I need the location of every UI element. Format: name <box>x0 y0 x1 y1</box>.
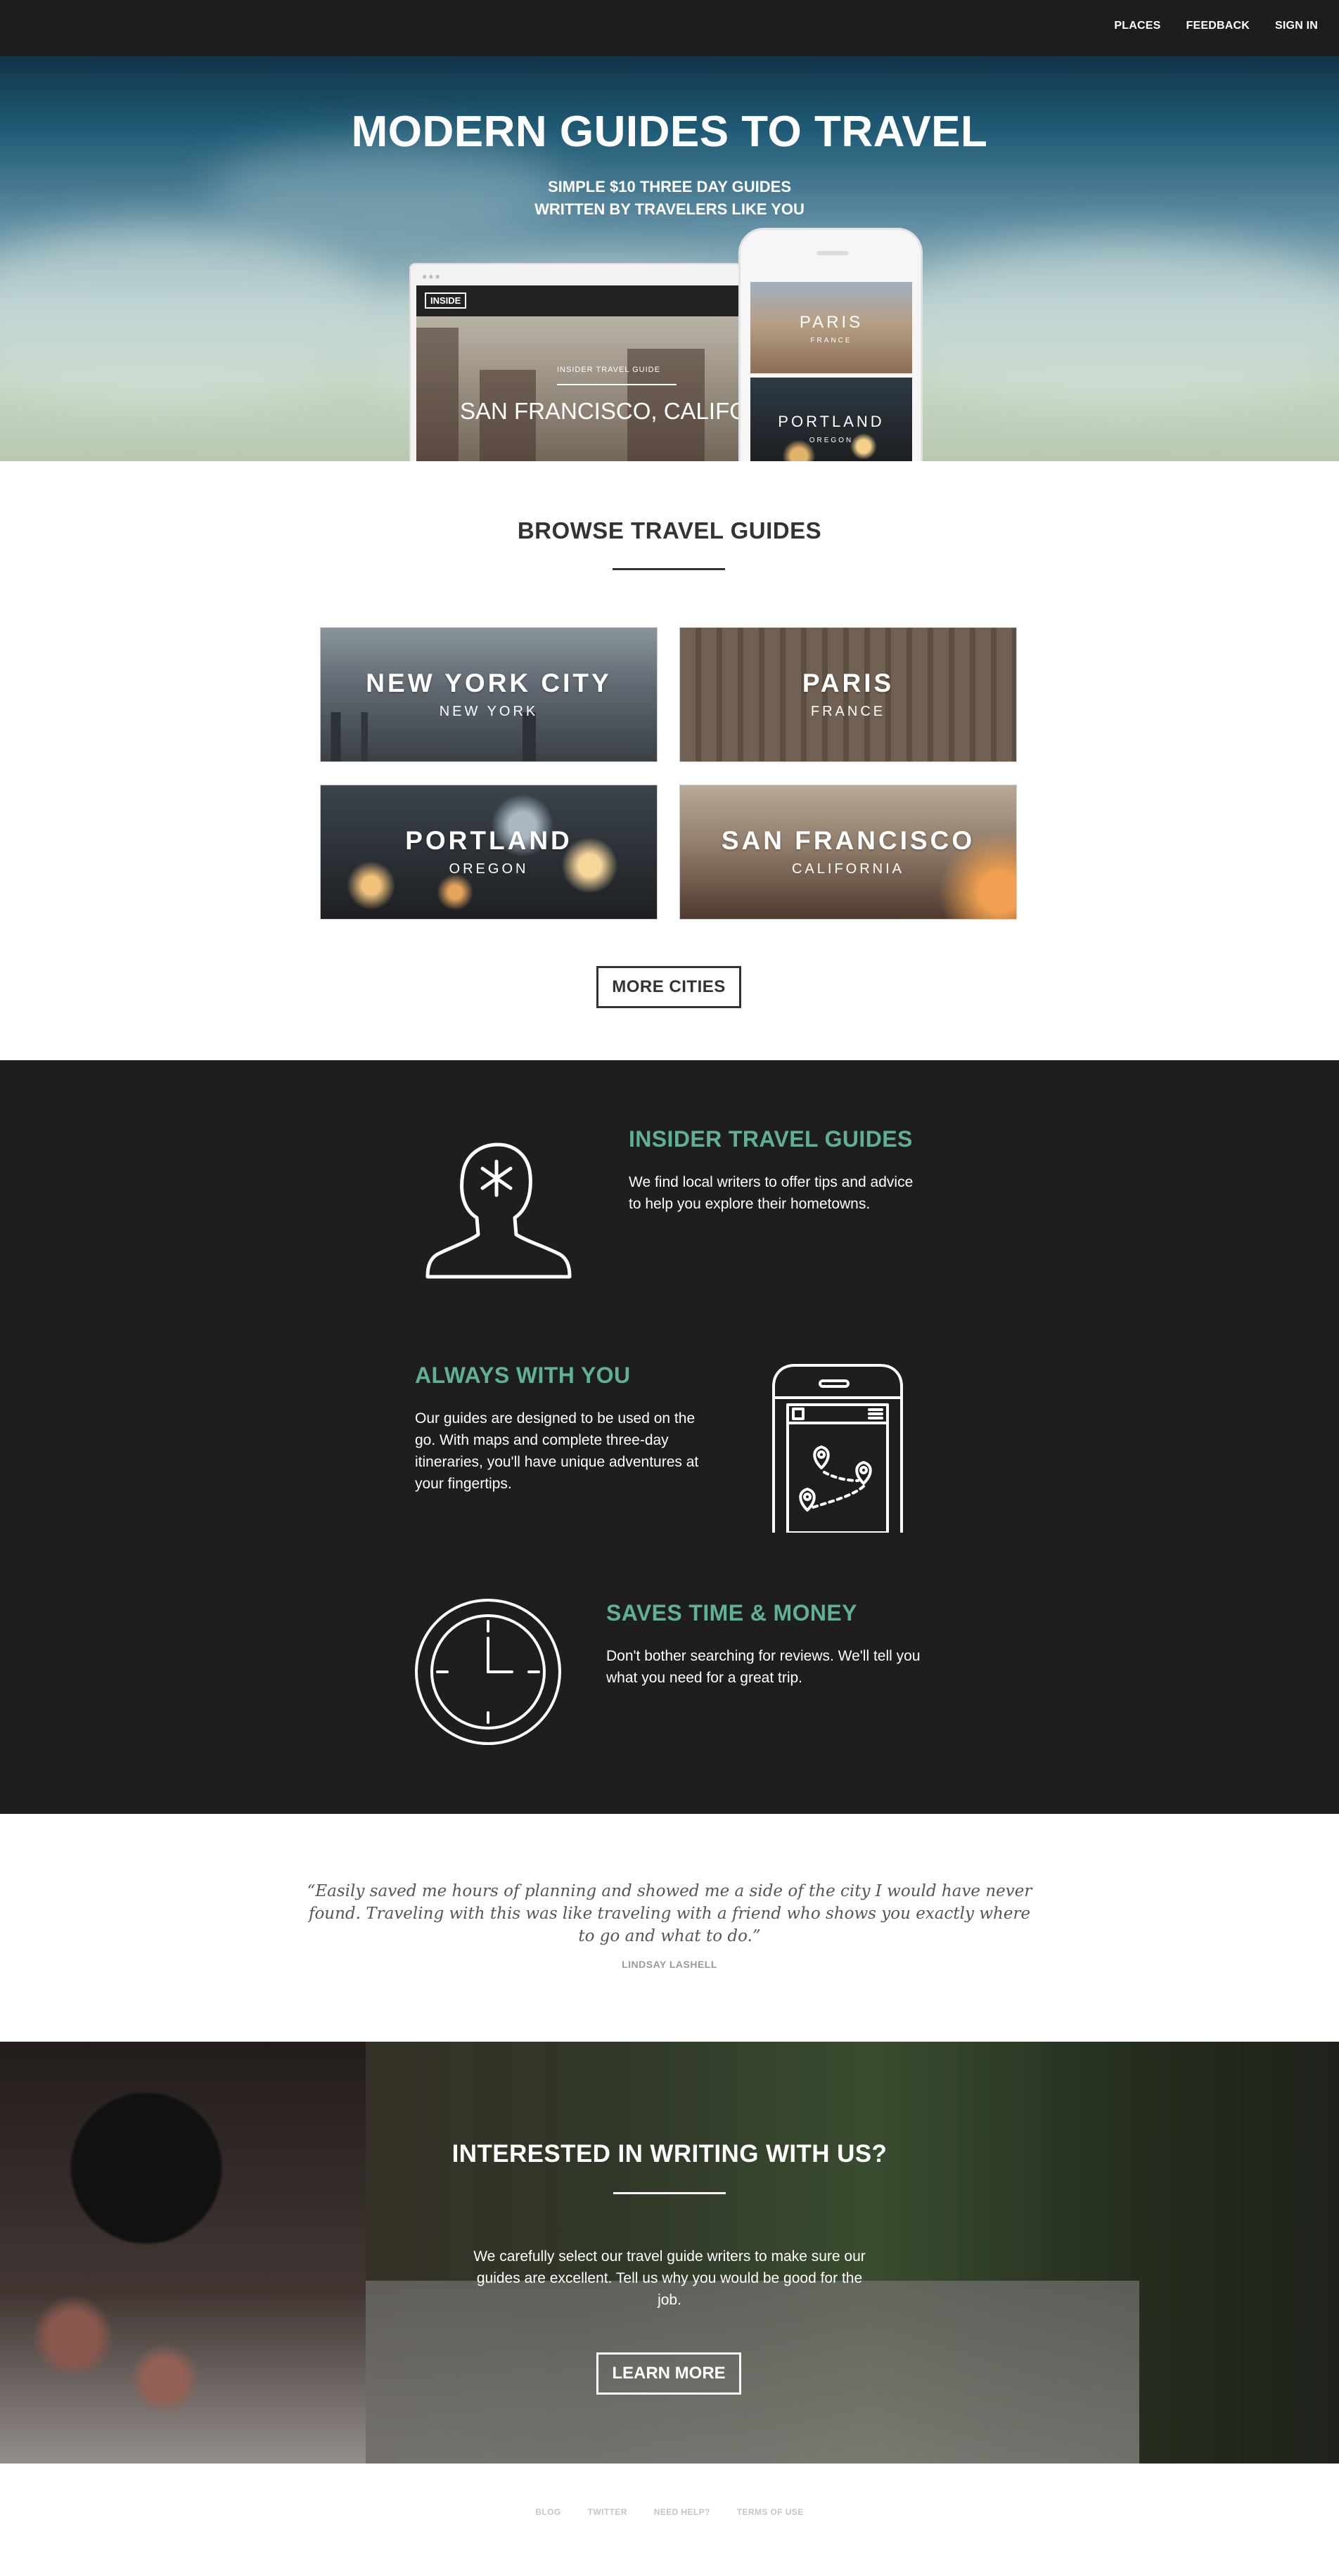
inside-badge: INSIDE <box>425 292 467 309</box>
city-tile-name: SAN FRANCISCO <box>721 826 975 855</box>
clock-icon <box>415 1599 561 1745</box>
city-tile-name: NEW YORK CITY <box>366 669 612 697</box>
laptop-mockup: ●●● INSIDE INSIDER TRAVEL GUIDE SAN FRAN… <box>409 263 741 461</box>
writing-title: INTERESTED IN WRITING WITH US? <box>451 2140 888 2168</box>
guide-label: INSIDER TRAVEL GUIDE <box>557 366 660 374</box>
phone-card-subtitle: FRANCE <box>810 337 852 344</box>
more-cities-button[interactable]: MORE CITIES <box>596 966 741 1008</box>
feature-title: ALWAYS WITH YOU <box>415 1363 631 1388</box>
footer-links: BLOG TWITTER NEED HELP? TERMS OF USE <box>0 2507 1339 2517</box>
feature-title: SAVES TIME & MONEY <box>606 1600 857 1625</box>
nav-places-link[interactable]: PLACES <box>1114 20 1160 32</box>
guide-divider <box>557 384 677 385</box>
feature-title: INSIDER TRAVEL GUIDES <box>629 1126 913 1152</box>
phone-mockup: PARIS FRANCE PORTLAND OREGON <box>738 228 923 461</box>
laptop-city-title: SAN FRANCISCO, CALIFORNIA <box>460 398 740 424</box>
browse-title: BROWSE TRAVEL GUIDES <box>517 517 822 543</box>
phone-speaker <box>816 251 849 255</box>
hero-subtitle: SIMPLE $10 THREE DAY GUIDES WRITTEN BY T… <box>0 176 1339 221</box>
phone-card-subtitle: OREGON <box>809 437 854 444</box>
city-tile-portland[interactable]: PORTLAND OREGON <box>320 785 658 920</box>
city-tile-region: NEW YORK <box>439 704 539 719</box>
city-tile-name: PORTLAND <box>405 826 572 855</box>
city-tile-region: FRANCE <box>810 704 886 719</box>
hero-section: MODERN GUIDES TO TRAVEL SIMPLE $10 THREE… <box>0 56 1339 461</box>
features-section: INSIDER TRAVEL GUIDES We find local writ… <box>0 1060 1339 1814</box>
city-tile-san-francisco[interactable]: SAN FRANCISCO CALIFORNIA <box>679 785 1017 920</box>
phone-card-paris: PARIS FRANCE <box>750 282 912 373</box>
learn-more-button[interactable]: LEARN MORE <box>596 2352 741 2395</box>
top-nav-bar: PLACES FEEDBACK SIGN IN <box>0 0 1339 56</box>
phone-map-icon <box>772 1364 903 1533</box>
footer-help-link[interactable]: NEED HELP? <box>654 2507 710 2517</box>
phone-card-title: PORTLAND <box>778 413 885 430</box>
writing-divider <box>613 2192 726 2194</box>
nav-sign-in-link[interactable]: SIGN IN <box>1275 20 1318 32</box>
phone-card-title: PARIS <box>799 313 864 332</box>
hero-subtitle-line-2: WRITTEN BY TRAVELERS LIKE YOU <box>534 200 805 218</box>
writing-body: We carefully select our travel guide wri… <box>473 2248 866 2308</box>
hero-cloud <box>0 225 380 408</box>
testimonial-author: LINDSAY LASHELL <box>622 1959 717 1970</box>
city-tile-name: PARIS <box>802 669 895 697</box>
feature-body: Don't bother searching for reviews. We'l… <box>606 1648 921 1686</box>
testimonial-quote: “Easily saved me hours of planning and s… <box>307 1882 1032 1945</box>
city-tile-new-york[interactable]: NEW YORK CITY NEW YORK <box>320 627 658 762</box>
main-nav: PLACES FEEDBACK SIGN IN <box>1114 20 1318 32</box>
hero-cloud <box>879 239 1339 408</box>
footer-blog-link[interactable]: BLOG <box>535 2507 560 2517</box>
feature-body: We find local writers to offer tips and … <box>629 1174 914 1212</box>
city-tile-paris[interactable]: PARIS FRANCE <box>679 627 1017 762</box>
phone-card-portland: PORTLAND OREGON <box>750 378 912 461</box>
person-icon <box>425 1142 572 1279</box>
browse-divider <box>613 568 725 570</box>
feature-body: Our guides are designed to be used on th… <box>415 1410 699 1492</box>
laptop-screen: INSIDE INSIDER TRAVEL GUIDE SAN FRANCISC… <box>416 285 740 461</box>
footer-terms-link[interactable]: TERMS OF USE <box>737 2507 804 2517</box>
footer-twitter-link[interactable]: TWITTER <box>588 2507 627 2517</box>
building-shape <box>416 328 459 461</box>
nav-feedback-link[interactable]: FEEDBACK <box>1186 20 1250 32</box>
window-dots-icon: ●●● <box>422 271 442 281</box>
writing-section: INTERESTED IN WRITING WITH US? We carefu… <box>0 2042 1339 2464</box>
city-tile-region: CALIFORNIA <box>791 861 905 877</box>
hero-title: MODERN GUIDES TO TRAVEL <box>351 108 988 156</box>
hero-subtitle-line-1: SIMPLE $10 THREE DAY GUIDES <box>548 178 791 195</box>
city-tile-region: OREGON <box>449 861 529 877</box>
